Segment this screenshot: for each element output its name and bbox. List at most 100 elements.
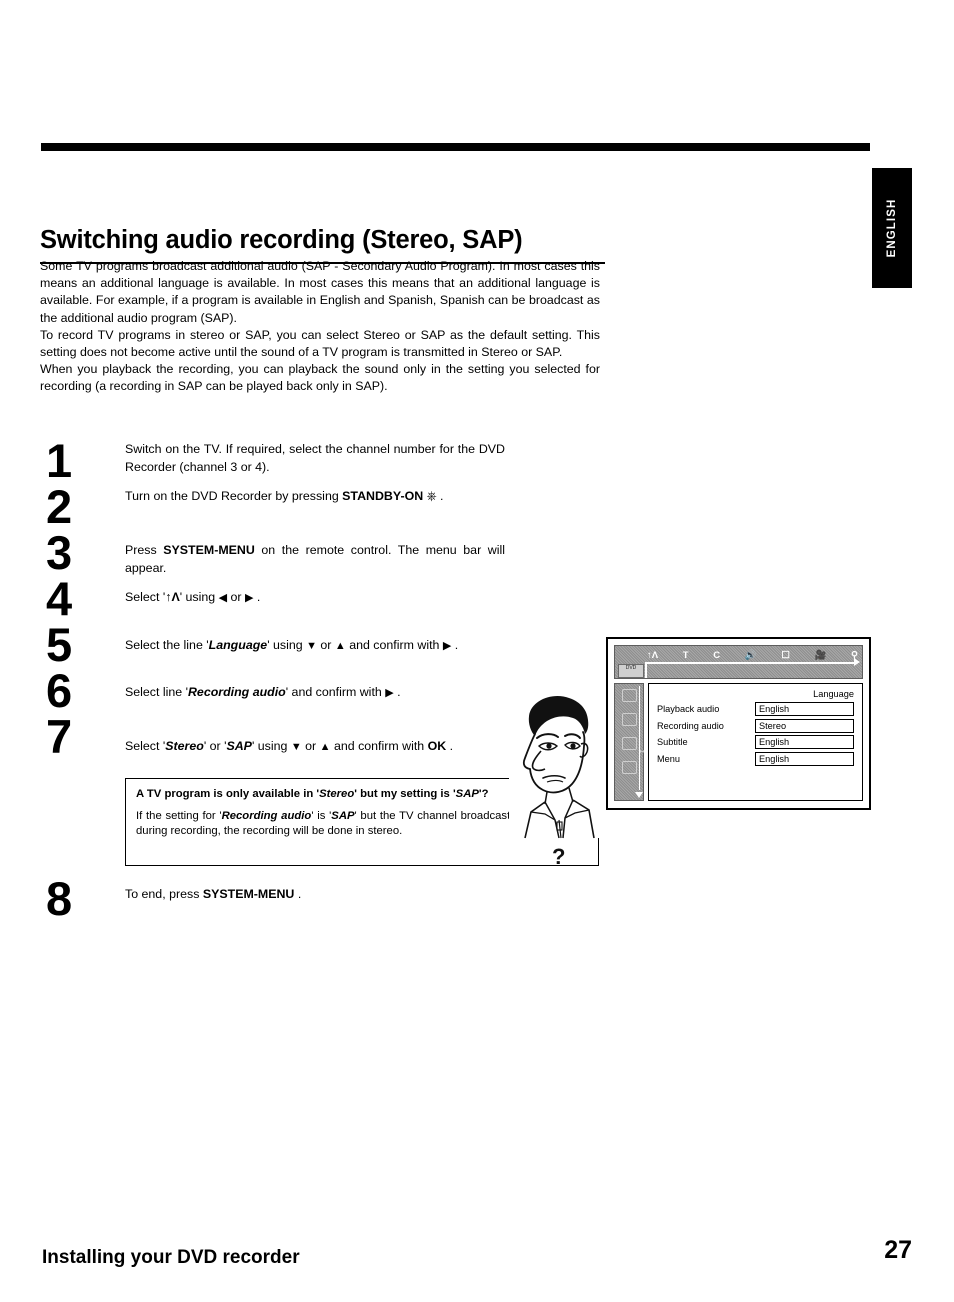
dvd-tag: DVD (618, 664, 644, 678)
settings-row[interactable]: Recording audio Stereo (657, 718, 854, 733)
step-number: 7 (46, 710, 72, 763)
row-label: Playback audio (657, 704, 720, 714)
step-number: 3 (46, 526, 72, 579)
search-icon[interactable]: ⚲ (851, 650, 858, 661)
note-item-stereo: Stereo (319, 788, 355, 800)
step-2-prefix: Turn on the DVD Recorder by pressing (125, 489, 343, 503)
step-5-or: or (316, 638, 335, 652)
step-number: 8 (46, 872, 73, 925)
features-icon[interactable] (621, 761, 637, 774)
footer-section-title: Installing your DVD recorder (42, 1247, 300, 1268)
step-5-mid2: and confirm with (345, 638, 443, 652)
intro-paragraph-2: To record TV programs in stereo or SAP, … (40, 327, 600, 360)
step-4-or: or (227, 590, 245, 604)
note-answer-a: If the setting for ' (136, 809, 222, 822)
note-question-b: ' but my setting is ' (354, 788, 456, 800)
step-4-mid: ' using (179, 590, 219, 604)
step-2-suffix: . (436, 489, 444, 503)
step-5-suffix: . (451, 638, 459, 652)
note-answer: If the setting for 'Recording audio' is … (136, 809, 588, 840)
step-number: 2 (46, 480, 72, 533)
picture-icon[interactable] (621, 689, 637, 702)
header-rule (41, 143, 870, 151)
system-menu-key: SYSTEM-MENU (202, 887, 295, 901)
system-menu-key: SYSTEM-MENU (163, 543, 255, 557)
step-7-suffix: . (446, 739, 454, 753)
settings-row[interactable]: Menu English (657, 751, 854, 766)
step-5-text: Select the line 'Language' using ▼ or ▲ … (125, 637, 505, 656)
step-number: 4 (46, 572, 72, 625)
step-1-body: Switch on the TV. If required, select th… (125, 442, 505, 474)
step-7-or: or (301, 739, 320, 753)
step-4-prefix: Select ' (125, 590, 166, 604)
row-label: Subtitle (657, 737, 688, 747)
step-7-text: Select 'Stereo' or 'SAP' using ▼ or ▲ an… (125, 738, 505, 757)
step-6-prefix: Select line ' (125, 685, 188, 699)
up-arrow-icon: ▲ (319, 741, 331, 753)
note-question-a: A TV program is only available in ' (136, 788, 320, 800)
sound-icon[interactable]: 🔊 (745, 650, 757, 661)
intro-text: Some TV programs broadcast additional au… (40, 258, 600, 396)
panel-title: Language (813, 689, 854, 699)
language-icon[interactable]: ↑Λ (647, 650, 658, 661)
language-icon: ↑Λ (165, 590, 180, 604)
power-icon: ⎈ (423, 489, 437, 503)
step-2-text: Turn on the DVD Recorder by pressing STA… (125, 488, 505, 506)
row-value[interactable]: Stereo (755, 718, 854, 733)
right-arrow-icon: ▶ (385, 687, 394, 699)
menu-icon-c[interactable]: C (713, 650, 720, 661)
left-arrow-icon: ◀ (218, 592, 228, 604)
step-5-mid: ' using (267, 638, 307, 652)
menu-item-recording-audio: Recording audio (187, 685, 286, 699)
step-7-mid2: ' using (251, 739, 291, 753)
language-icon[interactable] (621, 737, 637, 750)
note-box: A TV program is only available in 'Stere… (125, 778, 599, 866)
step-1-text: Switch on the TV. If required, select th… (125, 441, 505, 476)
menu-bar-cursor (645, 662, 647, 678)
sound-icon[interactable] (621, 713, 637, 726)
standby-on-key: STANDBY-ON (342, 489, 424, 503)
note-item-recording-audio: Recording audio (221, 809, 312, 822)
menu-item-language: Language (208, 638, 268, 652)
settings-row[interactable]: Subtitle English (657, 735, 854, 749)
step-7-prefix: Select ' (125, 739, 166, 753)
tv-screen-mockup: DVD ↑Λ T C 🔊 ☐ 🎥 ⚲ ↔ Language Playback a… (606, 637, 871, 810)
language-side-tab: ENGLISH (872, 168, 912, 288)
step-7-mid1: ' or ' (203, 739, 227, 753)
step-number-column: 1 2 3 4 5 6 7 (46, 434, 108, 763)
step-4-text: Select '↑Λ' using ◀ or ▶ . (125, 589, 505, 608)
note-item-sap: SAP (455, 788, 479, 800)
row-value[interactable]: English (755, 702, 854, 716)
row-value[interactable]: English (755, 735, 854, 749)
note-question-c: '? (478, 788, 489, 800)
settings-row[interactable]: Playback audio English (657, 702, 854, 716)
tv-settings-panel: Language Playback audio English Recordin… (648, 683, 863, 801)
language-side-tab-label: ENGLISH (886, 198, 898, 258)
row-label: Recording audio (657, 720, 724, 731)
tv-menu-bar: DVD ↑Λ T C 🔊 ☐ 🎥 ⚲ (614, 645, 863, 679)
step-number: 1 (46, 434, 72, 487)
note-item-sap: SAP (331, 809, 355, 822)
selection-cursor-icon: ↔ (637, 745, 647, 756)
step-8-suffix: . (294, 887, 302, 901)
step-number: 6 (46, 664, 72, 717)
row-label: Menu (657, 753, 680, 764)
step-4-suffix: . (253, 590, 261, 604)
up-arrow-icon: ▲ (334, 640, 346, 652)
ok-key: OK (427, 739, 447, 753)
menu-icon-t[interactable]: T (683, 650, 689, 661)
intro-paragraph-3: When you playback the recording, you can… (40, 362, 600, 394)
footer-page-number: 27 (884, 1236, 912, 1264)
step-3-prefix: Press (125, 543, 164, 557)
step-3-text: Press SYSTEM-MENU on the remote control.… (125, 542, 505, 577)
row-value[interactable]: English (755, 751, 854, 766)
step-8-prefix: To end, press (125, 887, 203, 901)
option-sap: SAP (226, 739, 252, 753)
step-5-prefix: Select the line ' (125, 638, 209, 652)
tv-menu-bar-icons: ↑Λ T C 🔊 ☐ 🎥 ⚲ (647, 647, 858, 664)
camera-icon[interactable]: 🎥 (815, 650, 827, 661)
screen-icon[interactable]: ☐ (781, 650, 790, 661)
tv-sidebar: ↔ (614, 683, 647, 801)
step-8-text: To end, press SYSTEM-MENU . (125, 886, 425, 904)
option-stereo: Stereo (165, 739, 204, 753)
